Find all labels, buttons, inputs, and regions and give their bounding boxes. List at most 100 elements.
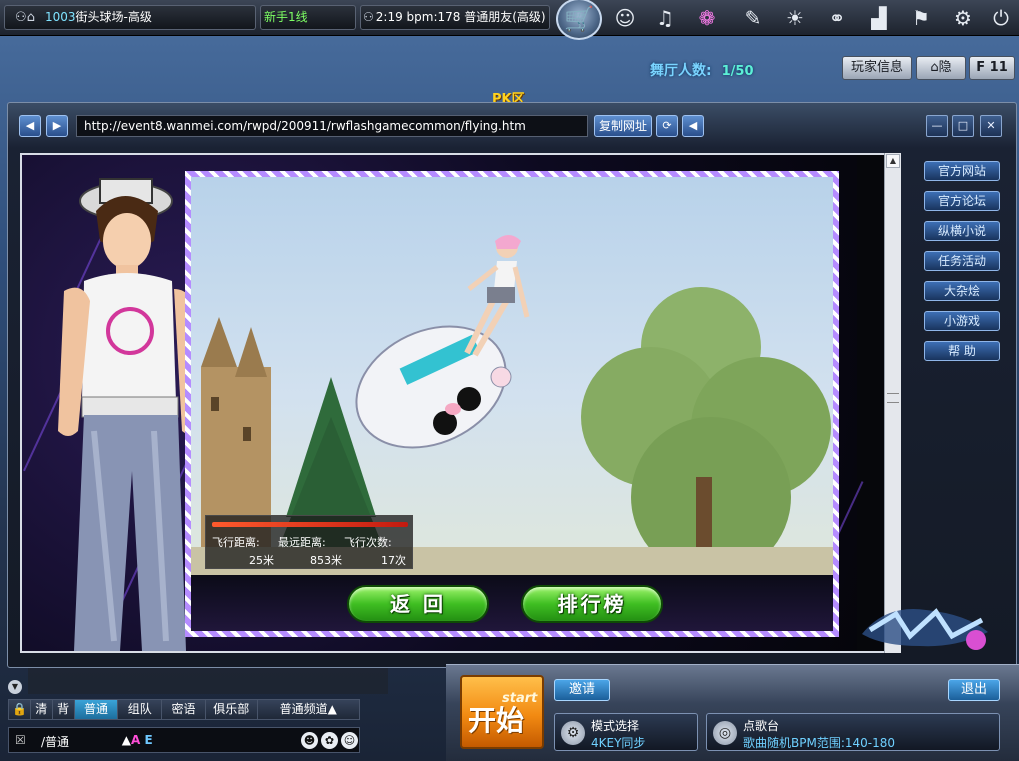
chat-smile-icon[interactable]: ☺ bbox=[341, 732, 358, 749]
leaderboard-button[interactable]: 排行榜 bbox=[521, 585, 663, 623]
chat-text-style-a: A bbox=[131, 733, 141, 747]
mode-select-title: 模式选择 bbox=[591, 719, 640, 733]
speaker-icon: ◀ bbox=[688, 119, 698, 132]
chat-text-style[interactable]: A E bbox=[131, 733, 153, 747]
mode-select[interactable]: ⚙ 模式选择 4KEY同步 bbox=[554, 713, 698, 751]
stairs-icon[interactable]: ▟ bbox=[862, 4, 896, 32]
close-icon[interactable]: ☒ bbox=[15, 733, 26, 747]
dance-figure-icon[interactable]: ☀ bbox=[778, 4, 812, 32]
minimize-button[interactable]: — bbox=[926, 115, 948, 137]
vertical-scrollbar[interactable]: ▲ bbox=[884, 153, 901, 653]
chat-tab-team[interactable]: 组队 bbox=[118, 700, 163, 719]
refresh-button[interactable]: ⟳ bbox=[656, 115, 678, 137]
scroll-up-button[interactable]: ▲ bbox=[886, 154, 900, 168]
dance-hall-value: 1/50 bbox=[721, 64, 754, 79]
flight-distance-label: 飞行距离: bbox=[212, 536, 260, 549]
users-icon: ⚇ bbox=[363, 10, 374, 24]
farthest-distance-value: 853米 bbox=[310, 554, 342, 567]
arrow-left-icon: ◀ bbox=[25, 119, 35, 132]
chat-log bbox=[28, 668, 388, 694]
chat-text-style-e: E bbox=[144, 733, 153, 747]
chat-tab-normal[interactable]: 普通 bbox=[74, 700, 119, 719]
game-scene[interactable]: 飞行距离: 25米 最远距离: 853米 飞行次数: 17次 bbox=[191, 177, 833, 575]
chat-tab-clear[interactable]: 清 bbox=[30, 700, 53, 719]
chat-channel-dropdown[interactable]: 普通频道▲ bbox=[257, 700, 359, 719]
exit-button[interactable]: 退出 bbox=[948, 679, 1000, 701]
sidebar-item-forum[interactable]: 官方论坛 bbox=[924, 191, 1000, 211]
url-input[interactable] bbox=[76, 115, 588, 137]
club-icon[interactable]: ❁ bbox=[690, 4, 724, 32]
chat-toggle-button[interactable]: ▼ bbox=[8, 680, 22, 694]
gear-icon: ⚙ bbox=[561, 721, 585, 745]
power-icon[interactable]: ⏻ bbox=[984, 4, 1018, 32]
room-info: ⚇⌂ 1003街头球场-高级 bbox=[4, 5, 256, 30]
chat-tab-back[interactable]: 背 bbox=[52, 700, 75, 719]
chat-emoticon-icon[interactable]: ☻ bbox=[301, 732, 318, 749]
invite-button[interactable]: 邀请 bbox=[554, 679, 610, 701]
cart-icon[interactable]: 🛒 bbox=[556, 0, 602, 40]
close-button[interactable]: ✕ bbox=[980, 115, 1002, 137]
copy-url-button[interactable]: 复制网址 bbox=[594, 115, 652, 137]
room-control-panel: start 开始 邀请 退出 ⚙ 模式选择 4KEY同步 ◎ 点歌台 歌曲随机B… bbox=[446, 664, 1019, 761]
game-frame: 飞行距离: 25米 最远距离: 853米 飞行次数: 17次 返 回 排行榜 bbox=[185, 171, 839, 637]
score-panel: 飞行距离: 25米 最远距离: 853米 飞行次数: 17次 bbox=[205, 515, 413, 569]
game-logo bbox=[862, 608, 988, 650]
flight-count-value: 17次 bbox=[381, 554, 406, 567]
sidebar-item-official-site[interactable]: 官方网站 bbox=[924, 161, 1000, 181]
f11-button[interactable]: F 11 bbox=[969, 56, 1015, 80]
minimize-icon: — bbox=[931, 119, 943, 132]
farthest-distance-label: 最远距离: bbox=[278, 536, 326, 549]
scroll-grip[interactable] bbox=[887, 393, 899, 403]
sidebar-item-help[interactable]: 帮 助 bbox=[924, 341, 1000, 361]
back-button[interactable]: ◀ bbox=[19, 115, 41, 137]
triangle-up-icon: ▲ bbox=[121, 733, 131, 747]
mode-select-value: 4KEY同步 bbox=[591, 736, 646, 750]
chat-channel-bar: 🔒 清 背 普通 组队 密语 俱乐部 普通频道▲ bbox=[8, 699, 360, 720]
forward-button[interactable]: ▶ bbox=[46, 115, 68, 137]
player-info-button[interactable]: 玩家信息 bbox=[842, 56, 912, 80]
chat-input-row[interactable]: ☒ /普通 ▲ A E ☻ ✿ ☺ bbox=[8, 727, 360, 753]
sidebar-item-minigames[interactable]: 小游戏 bbox=[924, 311, 1000, 331]
maximize-button[interactable]: □ bbox=[952, 115, 974, 137]
song-select-title: 点歌台 bbox=[743, 719, 780, 733]
top-bar: ⚇⌂ 1003街头球场-高级 新手1线 ⚇ 2:19 bpm:178 普通朋友(高级… bbox=[0, 0, 1019, 40]
avatar-icon[interactable]: ☺ bbox=[608, 4, 642, 32]
chat-bubble-icon[interactable]: ✎ bbox=[736, 4, 770, 32]
sidebar-item-events[interactable]: 任务活动 bbox=[924, 251, 1000, 271]
score-progress-bar bbox=[212, 522, 408, 527]
room-number: 1003 bbox=[45, 10, 76, 24]
hide-button[interactable]: ⌂隐 bbox=[916, 56, 966, 80]
disc-icon: ◎ bbox=[713, 721, 737, 745]
chat-tab-club[interactable]: 俱乐部 bbox=[205, 700, 258, 719]
chat-tab-whisper[interactable]: 密语 bbox=[162, 700, 206, 719]
browser-window: ◀ ▶ 复制网址 ⟳ ◀ — □ ✕ bbox=[7, 102, 1017, 668]
song-select-value: 歌曲随机BPM范围:140-180 bbox=[743, 736, 896, 750]
music-box-icon[interactable]: ♫ bbox=[648, 4, 682, 32]
flight-distance: 飞行距离: 25米 bbox=[212, 534, 274, 568]
chat-emoji-icon[interactable]: ✿ bbox=[321, 732, 338, 749]
return-button[interactable]: 返 回 bbox=[347, 585, 489, 623]
leafy-tree bbox=[581, 287, 831, 575]
chat-channel-select[interactable]: /普通 ▲ bbox=[41, 733, 131, 750]
users-icon: ⚇⌂ bbox=[15, 10, 35, 25]
flag-icon[interactable]: ⚑ bbox=[904, 4, 938, 32]
sidebar-item-novels[interactable]: 纵横小说 bbox=[924, 221, 1000, 241]
refresh-icon: ⟳ bbox=[662, 119, 672, 132]
start-button[interactable]: start 开始 bbox=[460, 675, 544, 749]
close-icon: ✕ bbox=[986, 119, 996, 132]
flight-count: 飞行次数: 17次 bbox=[344, 534, 406, 568]
gear-icon[interactable]: ⚙ bbox=[946, 4, 980, 32]
address-bar: ◀ ▶ 复制网址 ⟳ ◀ — □ ✕ bbox=[18, 115, 1008, 137]
sidebar-item-miscellany[interactable]: 大杂烩 bbox=[924, 281, 1000, 301]
home-icon: ⌂ bbox=[930, 60, 939, 75]
song-select[interactable]: ◎ 点歌台 歌曲随机BPM范围:140-180 bbox=[706, 713, 1000, 751]
dance-hall-count: 舞厅人数: 1/50 bbox=[650, 60, 754, 80]
game-button-bar: 返 回 排行榜 bbox=[191, 575, 833, 631]
couple-icon[interactable]: ⚭ bbox=[820, 4, 854, 32]
flying-bear bbox=[355, 325, 512, 449]
flash-game-area[interactable]: 飞行距离: 25米 最远距离: 853米 飞行次数: 17次 返 回 排行榜 bbox=[20, 153, 890, 653]
server-line[interactable]: 新手1线 bbox=[260, 5, 356, 30]
sound-button[interactable]: ◀ bbox=[682, 115, 704, 137]
chat-lock-button[interactable]: 🔒 bbox=[9, 700, 31, 719]
chevron-up-icon: ▲ bbox=[889, 156, 897, 165]
